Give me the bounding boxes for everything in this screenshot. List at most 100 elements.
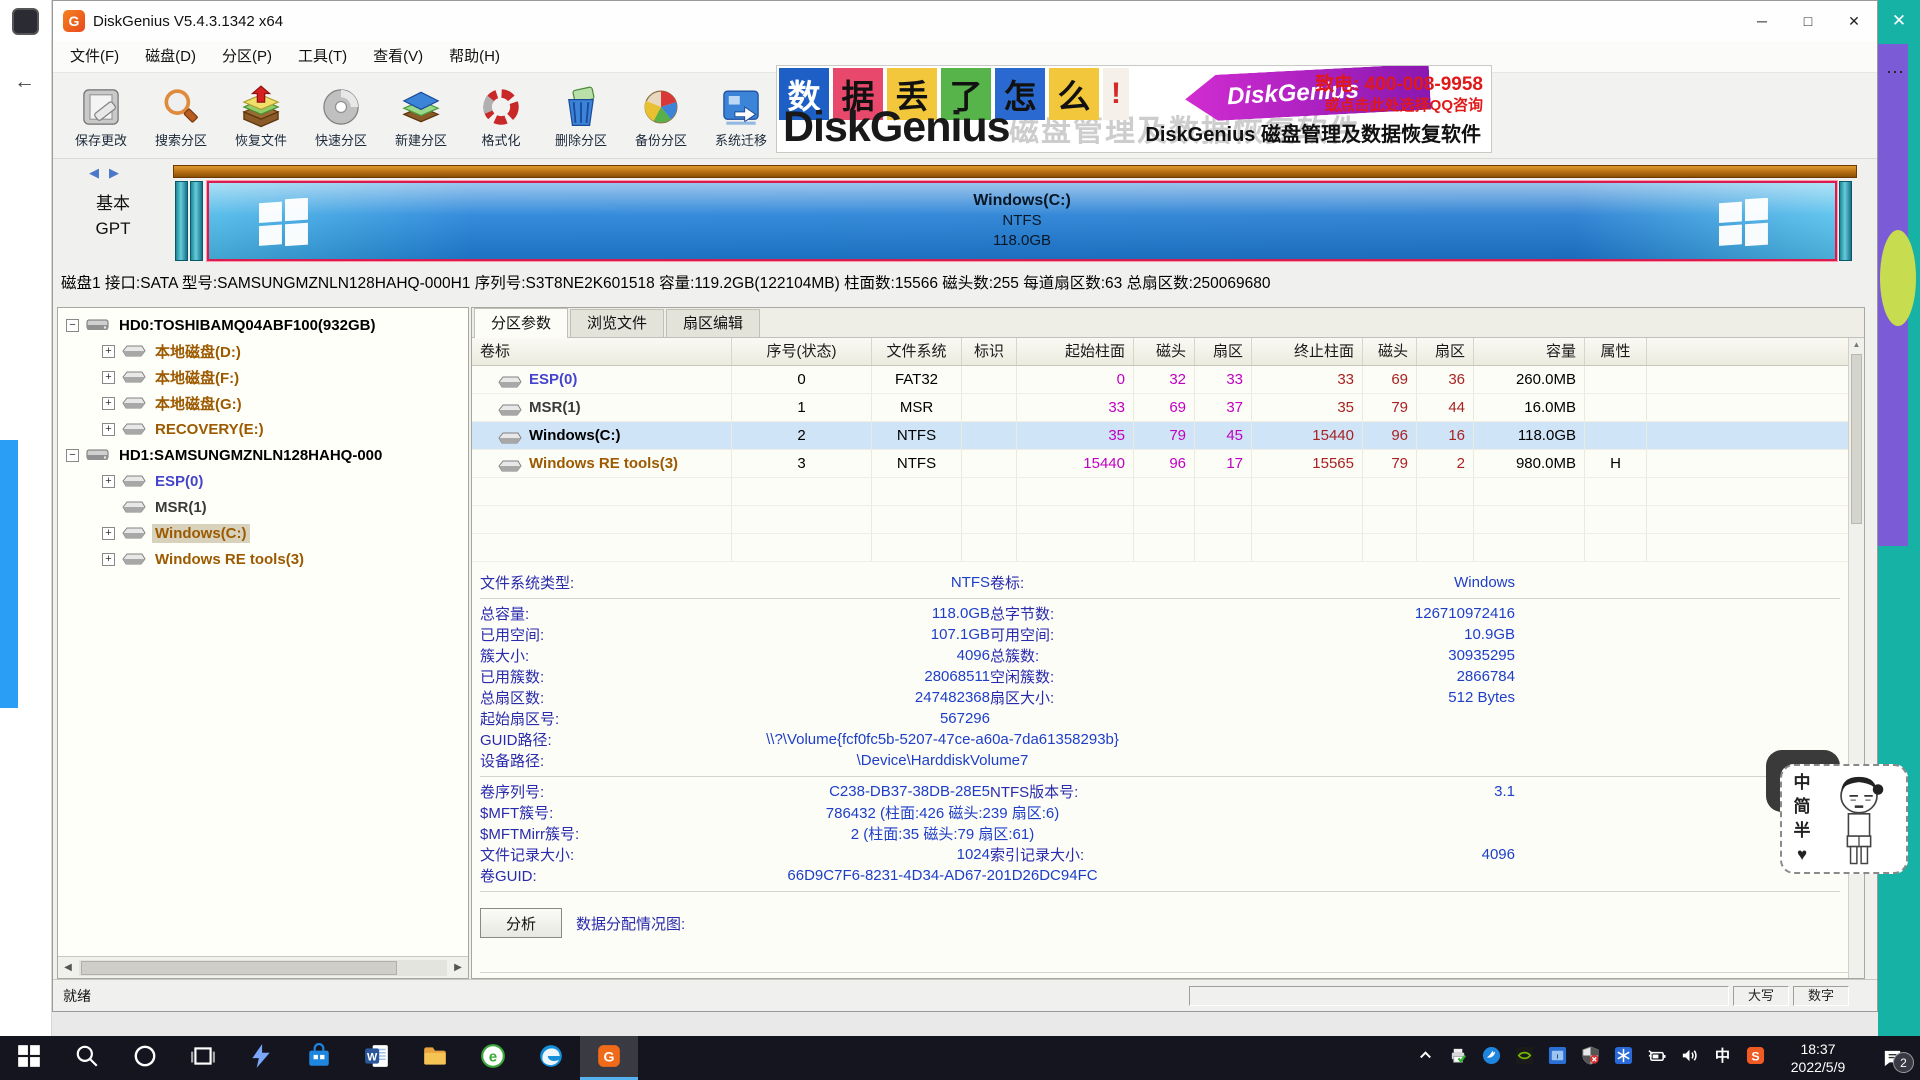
tray-intel-graphics[interactable]: i	[1541, 1036, 1574, 1080]
tree-item-windows-c[interactable]: +Windows(C:)	[58, 520, 468, 546]
partition-row-windows-re-tools-3[interactable]: Windows RE tools(3)3NTFS1544096171556579…	[472, 450, 1864, 478]
scrollbar-thumb[interactable]	[81, 961, 397, 975]
menu-f[interactable]: 文件(F)	[57, 41, 132, 72]
save-button[interactable]: 保存更改	[61, 73, 141, 158]
pinned-app-word[interactable]: W	[348, 1036, 406, 1080]
column-header[interactable]: 卷标	[472, 338, 732, 365]
column-header[interactable]: 磁头	[1134, 338, 1195, 365]
partition-row-windows-c[interactable]: Windows(C:)2NTFS357945154409616118.0GB	[472, 422, 1864, 450]
tray-nvidia[interactable]	[1508, 1036, 1541, 1080]
tray-sogou[interactable]: S	[1739, 1036, 1772, 1080]
column-header[interactable]: 标识	[962, 338, 1017, 365]
search-button[interactable]: 搜索分区	[141, 73, 221, 158]
start-button[interactable]	[0, 1036, 58, 1080]
column-header[interactable]: 终止柱面	[1252, 338, 1363, 365]
expand-icon[interactable]: +	[102, 553, 115, 566]
partition-block-windows-c[interactable]: Windows(C:) NTFS 118.0GB	[207, 181, 1837, 261]
partition-row-msr-1[interactable]: MSR(1)1MSR33693735794416.0MB	[472, 394, 1864, 422]
menu-t[interactable]: 工具(T)	[285, 41, 360, 72]
scroll-up-button[interactable]: ▲	[1849, 338, 1864, 352]
tray-security-shield[interactable]	[1574, 1036, 1607, 1080]
new-partition-button[interactable]: 新建分区	[381, 73, 461, 158]
scrollbar-thumb[interactable]	[1851, 354, 1862, 524]
nav-back-icon[interactable]: ◀	[89, 165, 99, 181]
close-button[interactable]: ✕	[1831, 1, 1877, 41]
expand-icon[interactable]: +	[102, 423, 115, 436]
taskbar-app-diskgenius[interactable]: G	[580, 1036, 638, 1080]
notification-center-button[interactable]: 2	[1864, 1036, 1920, 1080]
tray-power[interactable]	[1640, 1036, 1673, 1080]
tray-snowflake[interactable]	[1607, 1036, 1640, 1080]
expand-icon[interactable]: +	[102, 527, 115, 540]
recover-files-button[interactable]: 恢复文件	[221, 73, 301, 158]
tree-item-msr-1[interactable]: MSR(1)	[58, 494, 468, 520]
minimize-button[interactable]: ─	[1739, 1, 1785, 41]
background-close-icon[interactable]: ✕	[1878, 0, 1920, 42]
tab-[interactable]: 浏览文件	[570, 309, 664, 337]
tree-item-hd0-toshibamq04abf100-932gb[interactable]: −HD0:TOSHIBAMQ04ABF100(932GB)	[58, 312, 468, 338]
pinned-app-edge[interactable]	[522, 1036, 580, 1080]
column-header[interactable]: 磁头	[1363, 338, 1417, 365]
tree-item-hd1-samsungmznln128hahq-000[interactable]: −HD1:SAMSUNGMZNLN128HAHQ-000	[58, 442, 468, 468]
menu-p[interactable]: 分区(P)	[209, 41, 285, 72]
horizontal-scrollbar[interactable]: ◀ ▶	[58, 956, 468, 978]
tray-ime[interactable]: 中	[1706, 1036, 1739, 1080]
back-arrow-icon[interactable]: ←	[14, 70, 35, 94]
tree-item-g[interactable]: +本地磁盘(G:)	[58, 390, 468, 416]
pinned-app-lightning[interactable]	[232, 1036, 290, 1080]
expand-icon[interactable]: +	[102, 475, 115, 488]
ad-banner[interactable]: 磁盘管理及数据恢复软件 数据丢了怎么! DiskGenius DiskGeniu…	[776, 65, 1492, 153]
more-options-icon[interactable]: ⋯	[1886, 62, 1904, 83]
tray-chevron[interactable]	[1409, 1036, 1442, 1080]
ime-floating-panel[interactable]: 中简半♥	[1780, 764, 1908, 874]
menu-h[interactable]: 帮助(H)	[436, 41, 513, 72]
menu-d[interactable]: 磁盘(D)	[132, 41, 209, 72]
column-header[interactable]: 容量	[1474, 338, 1585, 365]
menu-v[interactable]: 查看(V)	[360, 41, 436, 72]
cortana-button[interactable]	[116, 1036, 174, 1080]
system-migrate-button[interactable]: 系统迁移	[701, 73, 781, 158]
tray-printer[interactable]	[1442, 1036, 1475, 1080]
tree-item-esp-0[interactable]: +ESP(0)	[58, 468, 468, 494]
column-header[interactable]: 序号(状态)	[732, 338, 872, 365]
tree-item-d[interactable]: +本地磁盘(D:)	[58, 338, 468, 364]
collapse-icon[interactable]: −	[66, 319, 79, 332]
partition-block-msr[interactable]	[190, 181, 203, 261]
expand-icon[interactable]: +	[102, 397, 115, 410]
partition-block-esp[interactable]	[175, 181, 188, 261]
pinned-app-browser-green[interactable]: e	[464, 1036, 522, 1080]
column-header[interactable]: 扇区	[1195, 338, 1252, 365]
pinned-app-store[interactable]	[290, 1036, 348, 1080]
banner-qq-link[interactable]: 或点击此处选择QQ咨询	[1325, 94, 1483, 115]
tab-[interactable]: 扇区编辑	[666, 309, 760, 337]
delete-partition-button[interactable]: 删除分区	[541, 73, 621, 158]
expand-icon[interactable]: +	[102, 345, 115, 358]
column-header[interactable]: 属性	[1585, 338, 1647, 365]
tree-item-windows-re-tools-3[interactable]: +Windows RE tools(3)	[58, 546, 468, 572]
column-header[interactable]: 起始柱面	[1017, 338, 1134, 365]
backup-partition-button[interactable]: 备份分区	[621, 73, 701, 158]
quick-partition-button[interactable]: 快速分区	[301, 73, 381, 158]
taskbar-search-button[interactable]	[58, 1036, 116, 1080]
column-header[interactable]: 文件系统	[872, 338, 962, 365]
tree-item-f[interactable]: +本地磁盘(F:)	[58, 364, 468, 390]
tab-[interactable]: 分区参数	[474, 308, 568, 338]
task-view-button[interactable]	[174, 1036, 232, 1080]
tree-item-recovery-e[interactable]: +RECOVERY(E:)	[58, 416, 468, 442]
partition-row-esp-0[interactable]: ESP(0)0FAT3203233336936260.0MB	[472, 366, 1864, 394]
nav-forward-icon[interactable]: ▶	[109, 165, 119, 181]
maximize-button[interactable]: □	[1785, 1, 1831, 41]
tray-volume[interactable]	[1673, 1036, 1706, 1080]
scroll-right-button[interactable]: ▶	[448, 962, 468, 973]
column-header[interactable]: 扇区	[1417, 338, 1474, 365]
tray-messenger[interactable]	[1475, 1036, 1508, 1080]
partition-block-re-tools[interactable]	[1839, 181, 1852, 261]
collapse-icon[interactable]: −	[66, 449, 79, 462]
analyze-button[interactable]: 分析	[480, 908, 562, 938]
format-button[interactable]: 格式化	[461, 73, 541, 158]
expand-icon[interactable]: +	[102, 371, 115, 384]
taskbar-clock[interactable]: 18:37 2022/5/9	[1772, 1040, 1864, 1076]
vertical-scrollbar[interactable]: ▲	[1848, 338, 1864, 978]
pinned-app-explorer[interactable]	[406, 1036, 464, 1080]
scroll-left-button[interactable]: ◀	[58, 962, 78, 973]
